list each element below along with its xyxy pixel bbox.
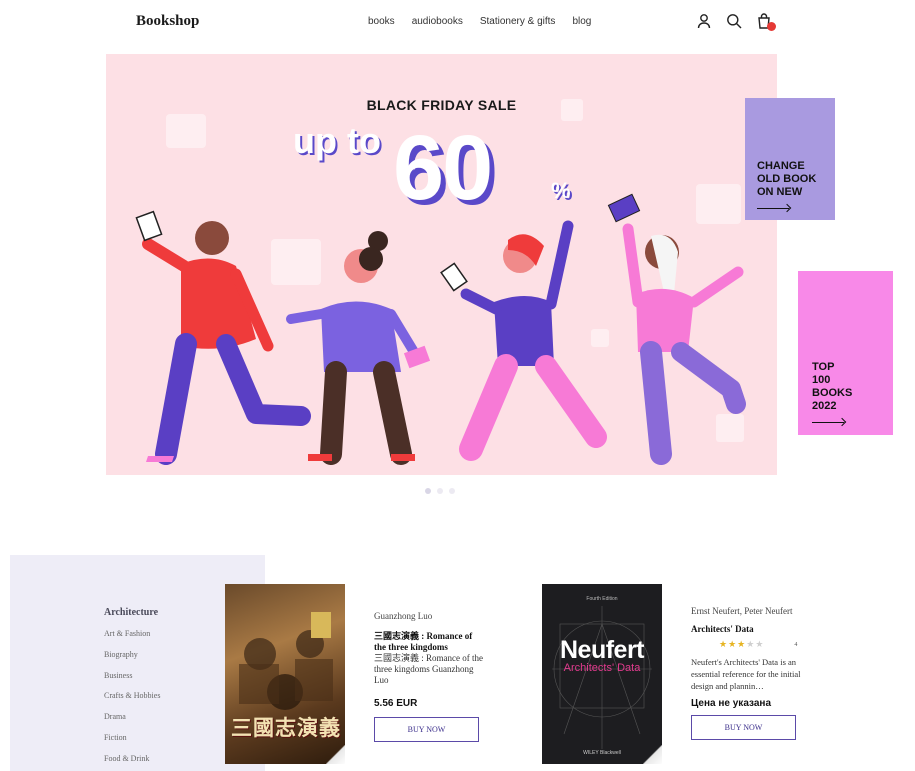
- arrow-right-icon: [812, 419, 846, 427]
- site-logo[interactable]: Bookshop: [136, 13, 199, 30]
- carousel-dot-1[interactable]: [425, 488, 431, 494]
- nav-audiobooks[interactable]: audiobooks: [412, 16, 463, 27]
- banner-title: BLACK FRIDAY SALE: [366, 97, 517, 113]
- book-card-architects-data: Ernst Neufert, Peter Neufert Architects'…: [691, 606, 806, 740]
- nav-books[interactable]: books: [368, 16, 395, 27]
- cart-icon[interactable]: [756, 13, 776, 31]
- book-subtitle: 三國志演義 : Romance of the three kingdoms Gu…: [374, 653, 483, 685]
- carousel-dot-3[interactable]: [449, 488, 455, 494]
- carousel-dot-2[interactable]: [437, 488, 443, 494]
- banner-percent-sign: %: [551, 178, 571, 203]
- banner-up-to: up to: [293, 120, 381, 161]
- promo-top-100-books[interactable]: TOP 100 BOOKS 2022: [798, 271, 893, 435]
- book-title[interactable]: 三國志演義 : Romance of the three kingdoms: [374, 631, 484, 653]
- cart-badge: [767, 22, 776, 31]
- search-icon[interactable]: [726, 13, 742, 29]
- account-icon[interactable]: [696, 13, 712, 29]
- cover-edition: Fourth Edition: [586, 596, 618, 602]
- hero-banner[interactable]: BLACK FRIDAY SALE up to 60 %: [106, 54, 777, 475]
- cover-title: 三國志演義: [231, 715, 341, 740]
- page-curl: [326, 745, 345, 764]
- promo-change-old-book[interactable]: CHANGE OLD BOOK ON NEW: [745, 98, 835, 220]
- promo-label: TOP 100 BOOKS 2022: [812, 361, 853, 412]
- buy-now-button[interactable]: BUY NOW: [691, 715, 796, 740]
- star-icon: ★: [737, 639, 747, 649]
- cover-title: Neufert: [559, 636, 645, 664]
- book-author[interactable]: Ernst Neufert, Peter Neufert: [691, 606, 806, 616]
- main-nav: books audiobooks Stationery & gifts blog: [368, 16, 608, 27]
- book-description: Neufert's Architects' Data is an essenti…: [691, 657, 801, 691]
- book-cover-three-kingdoms[interactable]: 三國志演義: [225, 584, 345, 764]
- book-author[interactable]: Guanzhong Luo: [374, 611, 484, 621]
- star-icon: ★: [719, 639, 729, 649]
- book-title[interactable]: Architects' Data: [691, 624, 806, 635]
- star-empty-icon: ★: [755, 639, 765, 649]
- carousel-dots: [425, 488, 455, 494]
- book-card-three-kingdoms: Guanzhong Luo 三國志演義 : Romance of the thr…: [374, 611, 484, 742]
- book-cover-architects-data[interactable]: Fourth Edition Neufert Architects' Data …: [542, 584, 662, 764]
- promo-label: CHANGE OLD BOOK ON NEW: [757, 160, 817, 198]
- nav-stationery-gifts[interactable]: Stationery & gifts: [480, 16, 556, 27]
- page-curl: [643, 745, 662, 764]
- header-actions: [696, 13, 776, 31]
- banner-discount: 60: [393, 117, 493, 219]
- cover-art: [552, 606, 652, 749]
- review-count: 4: [794, 641, 798, 648]
- cover-subtitle: Architects' Data: [563, 662, 641, 674]
- nav-blog[interactable]: blog: [572, 16, 591, 27]
- star-empty-icon: ★: [746, 639, 756, 649]
- price-not-specified: Цена не указана: [691, 698, 771, 709]
- buy-now-button[interactable]: BUY NOW: [374, 717, 479, 742]
- book-price: 5.56 EUR: [374, 698, 418, 709]
- arrow-right-icon: [757, 205, 791, 213]
- star-icon: ★: [728, 639, 738, 649]
- rating-stars: ★ ★ ★ ★ ★ 4: [719, 639, 806, 650]
